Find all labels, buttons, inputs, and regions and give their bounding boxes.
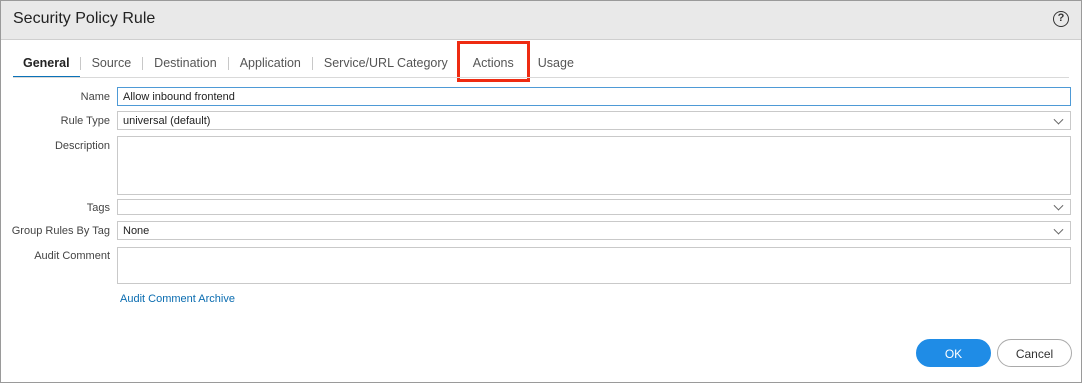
tab-usage[interactable]: Usage (527, 53, 585, 76)
description-textarea[interactable] (117, 136, 1071, 195)
rule-type-value: universal (default) (123, 114, 211, 127)
tab-bar: General Source Destination Application S… (13, 41, 585, 82)
tab-divider (13, 77, 1069, 78)
tab-application[interactable]: Application (229, 53, 312, 76)
rule-type-select[interactable]: universal (default) (117, 111, 1071, 130)
dialog-title: Security Policy Rule (13, 10, 156, 27)
tags-select[interactable] (117, 199, 1071, 215)
audit-comment-archive-link[interactable]: Audit Comment Archive (120, 293, 235, 305)
audit-comment-label: Audit Comment (34, 250, 110, 262)
audit-comment-textarea[interactable] (117, 247, 1071, 284)
cancel-button[interactable]: Cancel (997, 339, 1072, 367)
tab-actions[interactable]: Actions (456, 41, 530, 82)
tags-label: Tags (86, 202, 110, 214)
group-rules-by-tag-label: Group Rules By Tag (11, 225, 110, 237)
tab-destination[interactable]: Destination (143, 53, 228, 76)
tab-source[interactable]: Source (81, 53, 143, 76)
chevron-down-icon (1053, 114, 1064, 125)
group-rules-by-tag-select[interactable]: None (117, 221, 1071, 240)
tab-service-url-category[interactable]: Service/URL Category (313, 53, 459, 76)
tab-general[interactable]: General (13, 53, 80, 78)
name-label: Name (80, 91, 110, 103)
rule-type-label: Rule Type (60, 115, 110, 127)
description-label: Description (54, 140, 110, 152)
question-circle-icon[interactable]: ? (1053, 11, 1069, 27)
chevron-down-icon (1053, 224, 1064, 235)
ok-button[interactable]: OK (916, 339, 991, 367)
group-rules-by-tag-value: None (123, 224, 150, 237)
chevron-down-icon (1053, 200, 1064, 211)
dialog-titlebar: Security Policy Rule ? (1, 1, 1081, 40)
name-input[interactable] (117, 87, 1071, 106)
security-policy-rule-dialog: Security Policy Rule ? General Source De… (0, 0, 1082, 383)
